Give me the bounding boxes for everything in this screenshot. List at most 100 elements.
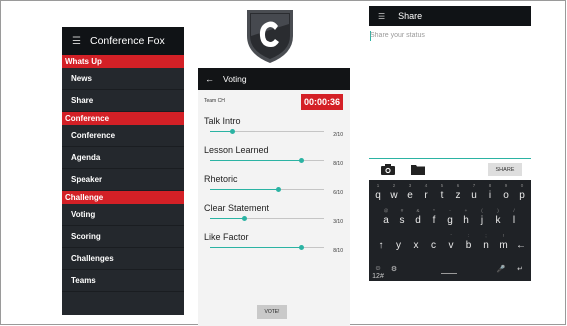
key-label: ↵ xyxy=(517,266,523,273)
key-label: o xyxy=(503,190,509,201)
nav-item-speaker[interactable]: Speaker xyxy=(62,169,184,191)
keyboard-row-1: 1q2w3e4r5t6z7u8i9o0p xyxy=(369,182,531,207)
score-slider[interactable] xyxy=(210,129,324,134)
key-hint: ; xyxy=(485,233,487,238)
key[interactable]: c xyxy=(426,232,442,257)
camera-icon[interactable] xyxy=(381,164,395,175)
key[interactable]: y xyxy=(391,232,407,257)
status-input[interactable] xyxy=(370,32,520,39)
key-hint: ) xyxy=(497,208,499,213)
keyboard-row-3: ↑ y x c ' v: b; n! m ← xyxy=(369,232,531,257)
score-slider[interactable] xyxy=(210,216,324,221)
key[interactable]: / l xyxy=(506,207,522,232)
share-button[interactable]: SHARE xyxy=(488,163,522,176)
key[interactable]: & d xyxy=(410,207,426,232)
key[interactable]: (j xyxy=(474,207,490,232)
key[interactable]: :b xyxy=(461,232,477,257)
share-toolbar: ☰ Share xyxy=(369,6,531,26)
key[interactable]: + h xyxy=(458,207,474,232)
nav-item-voting[interactable]: Voting xyxy=(62,204,184,226)
key-label: m xyxy=(499,240,508,251)
key-hint: 8 xyxy=(488,183,492,188)
team-row: Team CH 00:00:36 xyxy=(198,90,350,116)
criterion-label: Like Factor xyxy=(204,232,249,242)
menu-icon[interactable]: ☰ xyxy=(72,36,84,47)
key[interactable]: ↵ xyxy=(512,256,528,281)
criterion-score: 3/10 xyxy=(333,219,343,225)
key-label: 12# xyxy=(372,273,384,280)
key[interactable]: 🎤 xyxy=(493,256,509,281)
key[interactable]: # s xyxy=(394,207,410,232)
key[interactable]: 12# xyxy=(370,264,386,289)
share-tools: SHARE xyxy=(369,162,531,178)
key[interactable]: 1q xyxy=(370,182,386,207)
section-challenge: Challenge xyxy=(62,191,184,204)
criterion-row: Talk Intro 2/10 xyxy=(198,116,350,145)
key[interactable]: ← xyxy=(513,232,529,257)
key[interactable]: 3e xyxy=(402,182,418,207)
key-hint: : xyxy=(467,233,470,238)
score-slider[interactable] xyxy=(210,158,324,163)
section-conference: Conference xyxy=(62,112,184,125)
nav-item-challenges[interactable]: Challenges xyxy=(62,248,184,270)
nav-item-news[interactable]: News xyxy=(62,68,184,90)
nav-item-scoring[interactable]: Scoring xyxy=(62,226,184,248)
key[interactable]: ; n xyxy=(478,232,494,257)
key[interactable]: -g xyxy=(442,207,458,232)
slider-thumb[interactable] xyxy=(241,216,247,221)
share-screen: ☰ Share SHARE 1q2w3e4r5t6z7u8i9o0p@a#s&d… xyxy=(369,6,531,281)
key-label: ← xyxy=(516,240,526,251)
slider-fill xyxy=(210,247,302,248)
navigation-drawer: ☰ Conference Fox Whats Up News Share Con… xyxy=(62,27,184,315)
slider-thumb[interactable] xyxy=(275,187,281,192)
criterion-row: Clear Statement 3/10 xyxy=(198,203,350,232)
team-name: Team CH xyxy=(204,98,225,104)
folder-icon[interactable] xyxy=(411,164,425,175)
key[interactable]: 8i xyxy=(482,182,498,207)
key[interactable]: ⚙ xyxy=(386,256,402,281)
key[interactable]: 9o xyxy=(498,182,514,207)
nav-item-conference[interactable]: Conference xyxy=(62,125,184,147)
key[interactable]: 4r xyxy=(418,182,434,207)
share-title: Share xyxy=(398,11,423,21)
vote-button[interactable]: VOTE! xyxy=(257,305,287,319)
key[interactable]: 2w xyxy=(386,182,402,207)
slider-thumb[interactable] xyxy=(298,158,304,163)
key[interactable]: 7u xyxy=(466,182,482,207)
shield-logo xyxy=(247,10,293,63)
key-hint: 6 xyxy=(456,183,460,188)
key[interactable]: ) k xyxy=(490,207,506,232)
key-label: 🎤 xyxy=(496,266,506,273)
key[interactable]: x xyxy=(408,232,424,257)
voting-screen: ← Voting Team CH 00:00:36 Talk Intro 2/10… xyxy=(198,68,350,326)
key-hint: 5 xyxy=(440,183,444,188)
key-label: h xyxy=(463,215,469,226)
menu-icon[interactable]: ☰ xyxy=(378,12,385,21)
key[interactable]: ! m xyxy=(496,232,512,257)
keyboard-row-4: ☺ ⚙ 12# 🎤 ↵ xyxy=(369,256,531,281)
key[interactable]: 5t xyxy=(434,182,450,207)
key[interactable]: 0p xyxy=(514,182,530,207)
slider-thumb[interactable] xyxy=(298,245,304,250)
key[interactable]: @ a xyxy=(378,207,394,232)
criterion-row: Lesson Learned 8/10 xyxy=(198,145,350,174)
key[interactable]: ↑ xyxy=(373,232,389,257)
slider-thumb[interactable] xyxy=(230,129,236,134)
slider-fill xyxy=(210,189,279,190)
key-hint: ( xyxy=(481,208,483,213)
key-label: b xyxy=(465,240,472,251)
criteria-list: Talk Intro 2/10 Lesson Learned 8/10 Rhetoric… xyxy=(198,116,350,261)
back-arrow-icon[interactable]: ← xyxy=(205,74,214,84)
key[interactable]: * f xyxy=(426,207,442,232)
key-hint: 0 xyxy=(520,183,524,188)
key-label: f xyxy=(432,215,436,226)
score-slider[interactable] xyxy=(210,245,324,250)
nav-item-agenda[interactable]: Agenda xyxy=(62,147,184,169)
section-whats-up: Whats Up xyxy=(62,55,184,68)
space-bar[interactable] xyxy=(441,265,457,274)
key[interactable]: 6z xyxy=(450,182,466,207)
nav-item-teams[interactable]: Teams xyxy=(62,270,184,292)
nav-item-share[interactable]: Share xyxy=(62,90,184,112)
score-slider[interactable] xyxy=(210,187,324,192)
key[interactable]: ' v xyxy=(443,232,459,257)
